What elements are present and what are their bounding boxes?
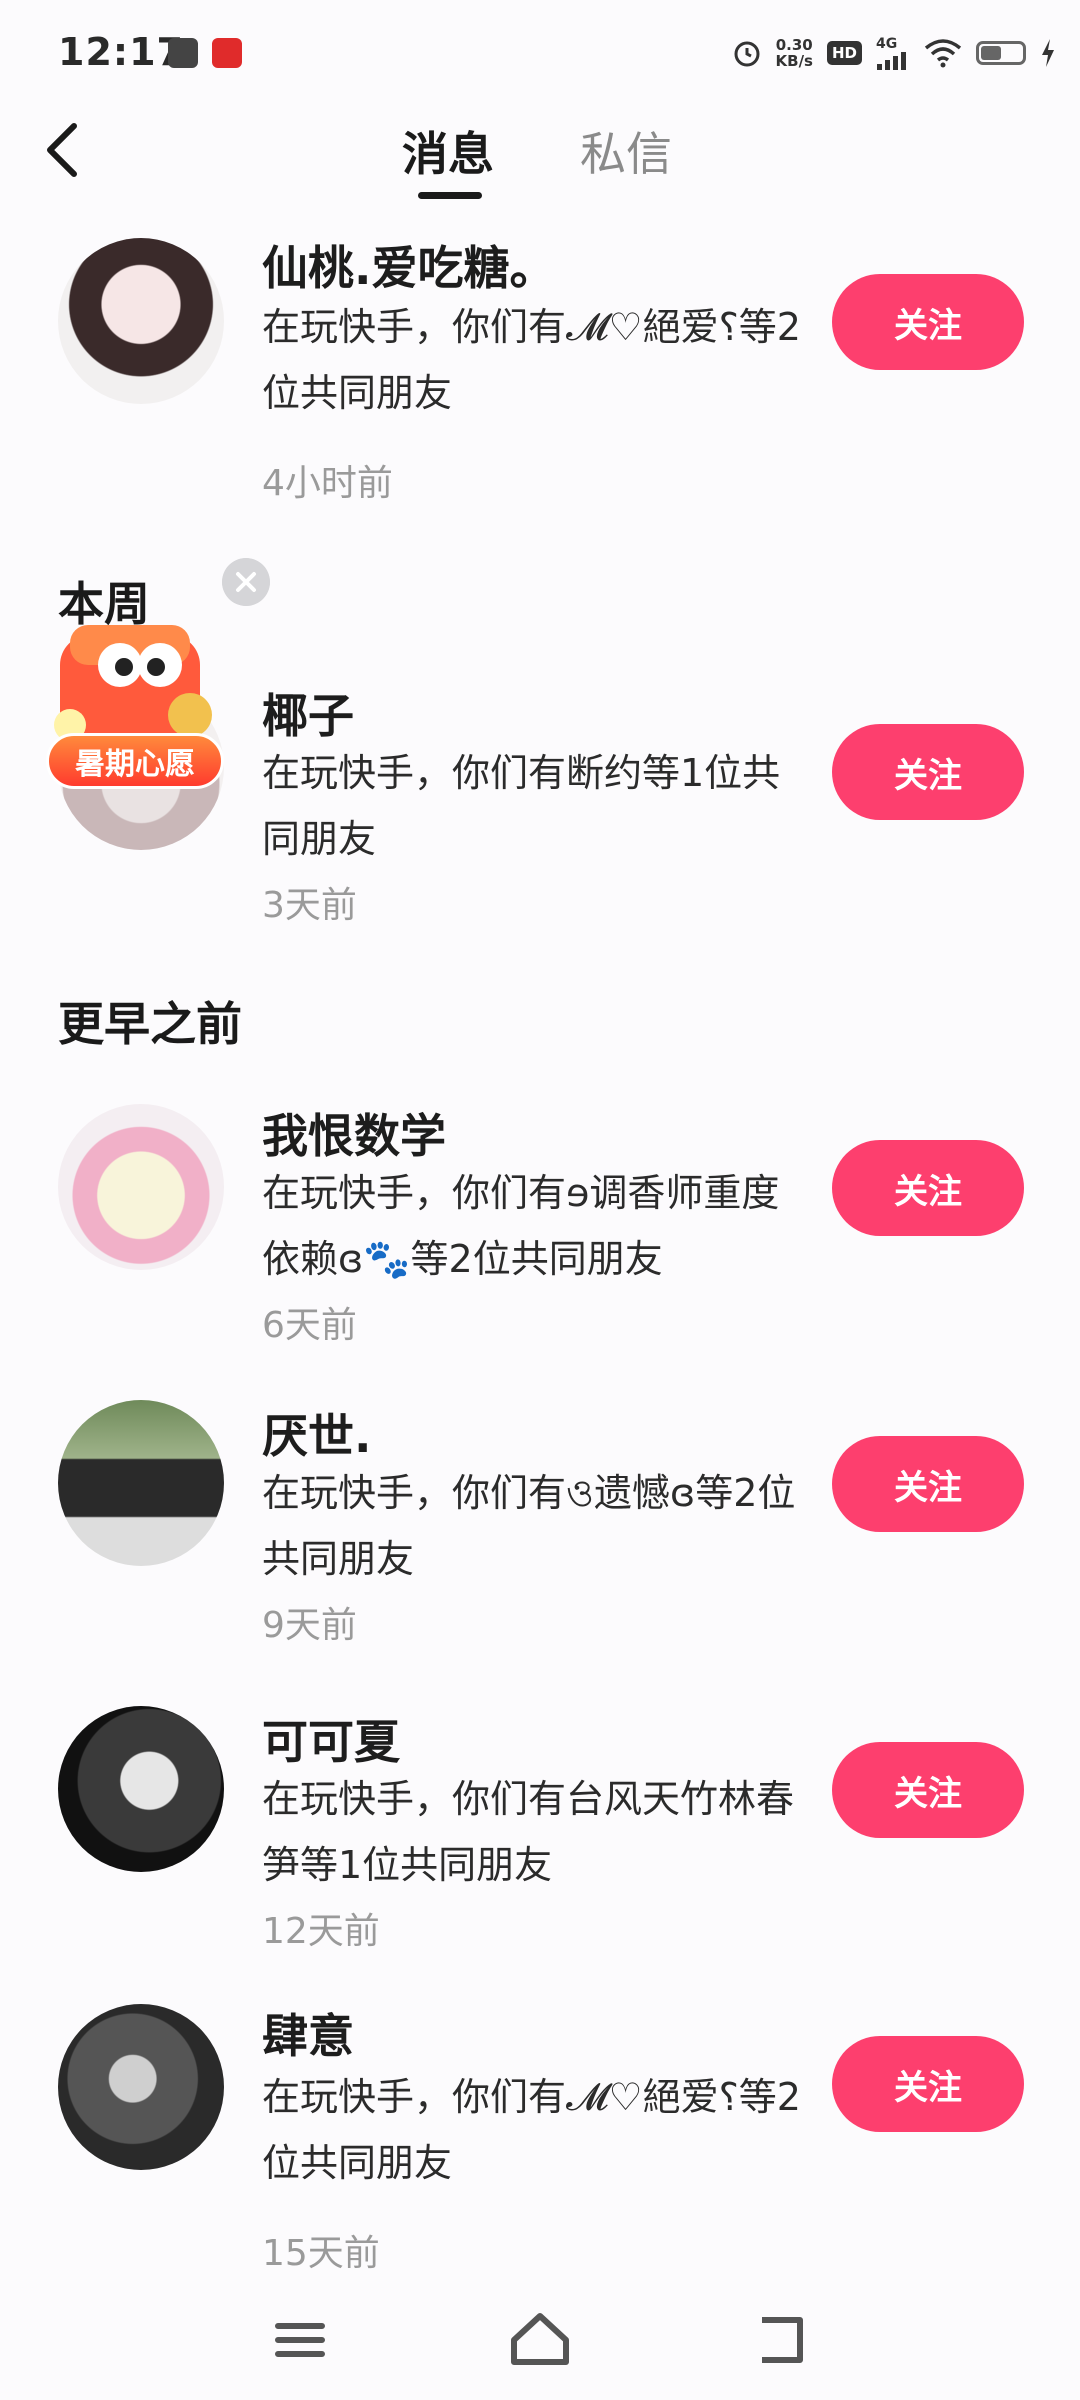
menu-icon[interactable] bbox=[260, 2300, 340, 2380]
signal-label: 4G bbox=[876, 36, 898, 52]
status-bar: 12:17 0.30 KB/s HD 4G bbox=[0, 0, 1080, 100]
home-icon[interactable] bbox=[500, 2300, 580, 2380]
tab-active-indicator bbox=[418, 192, 482, 199]
timestamp: 3天前 bbox=[262, 885, 357, 926]
notification-app-icon bbox=[168, 38, 198, 68]
timestamp: 12天前 bbox=[262, 1911, 380, 1952]
tab-messages[interactable]: 消息 bbox=[402, 118, 494, 184]
section-title-earlier: 更早之前 bbox=[58, 997, 242, 1051]
follow-button[interactable]: 关注 bbox=[832, 274, 1024, 370]
avatar[interactable] bbox=[58, 2004, 224, 2170]
avatar[interactable] bbox=[58, 238, 224, 404]
user-name[interactable]: 厌世. bbox=[262, 1400, 371, 1466]
user-name[interactable]: 可可夏 bbox=[262, 1706, 400, 1772]
user-description: 在玩快手，你们有ɘ调香师重度依赖ɞ🐾等2位共同朋友 bbox=[262, 1171, 780, 1281]
chevron-left-icon bbox=[47, 123, 77, 177]
alarm-icon bbox=[734, 41, 760, 67]
timestamp: 4小时前 bbox=[262, 463, 393, 504]
signal-icon bbox=[877, 52, 906, 70]
back-nav-icon[interactable] bbox=[740, 2300, 820, 2380]
user-name[interactable]: 椰子 bbox=[262, 680, 354, 746]
tab-private-messages[interactable]: 私信 bbox=[580, 118, 672, 184]
follow-button[interactable]: 关注 bbox=[832, 1140, 1024, 1236]
user-description: 在玩快手，你们有𝓜♡絕爱⸮等2位共同朋友 bbox=[262, 305, 801, 415]
battery-fill bbox=[981, 46, 1001, 60]
status-time: 12:17 bbox=[58, 30, 184, 74]
battery-icon bbox=[976, 41, 1026, 65]
status-right: 0.30 KB/s HD 4G bbox=[732, 28, 1056, 78]
follow-button[interactable]: 关注 bbox=[832, 1742, 1024, 1838]
avatar[interactable] bbox=[58, 1104, 224, 1270]
sticker-label[interactable]: 暑期心愿 bbox=[46, 733, 224, 789]
hd-badge: HD bbox=[826, 41, 862, 65]
user-name[interactable]: 我恨数学 bbox=[262, 1100, 446, 1166]
follow-button[interactable]: 关注 bbox=[832, 1436, 1024, 1532]
signal-indicator: 4G bbox=[876, 36, 910, 70]
header: 消息 私信 bbox=[0, 100, 1080, 210]
back-button[interactable] bbox=[34, 118, 94, 182]
timestamp: 15天前 bbox=[262, 2233, 380, 2274]
avatar[interactable] bbox=[58, 1400, 224, 1566]
net-speed-unit: KB/s bbox=[775, 52, 813, 70]
follow-button[interactable]: 关注 bbox=[832, 724, 1024, 820]
follow-button[interactable]: 关注 bbox=[832, 2036, 1024, 2132]
close-icon[interactable] bbox=[222, 558, 270, 606]
net-speed-value: 0.30 bbox=[775, 36, 813, 54]
user-description: 在玩快手，你们有𝓜♡絕爱⸮等2位共同朋友 bbox=[262, 2075, 801, 2185]
charging-icon bbox=[1042, 39, 1054, 67]
system-nav-bar bbox=[0, 2280, 1080, 2400]
user-description: 在玩快手，你们有断约等1位共同朋友 bbox=[262, 751, 781, 861]
avatar[interactable] bbox=[58, 1706, 224, 1872]
network-speed: 0.30 KB/s bbox=[776, 37, 813, 69]
user-name[interactable]: 肆意 bbox=[262, 2000, 354, 2066]
timestamp: 6天前 bbox=[262, 1305, 357, 1346]
notification-app-icon-red bbox=[212, 38, 242, 68]
user-description: 在玩快手，你们有台风天竹林春笋等1位共同朋友 bbox=[262, 1777, 795, 1887]
user-description: 在玩快手，你们有ও遗憾ɞ等2位共同朋友 bbox=[262, 1471, 796, 1581]
user-name[interactable]: 仙桃.爱吃糖。 bbox=[262, 232, 555, 298]
timestamp: 9天前 bbox=[262, 1605, 357, 1646]
wifi-icon bbox=[924, 39, 962, 68]
